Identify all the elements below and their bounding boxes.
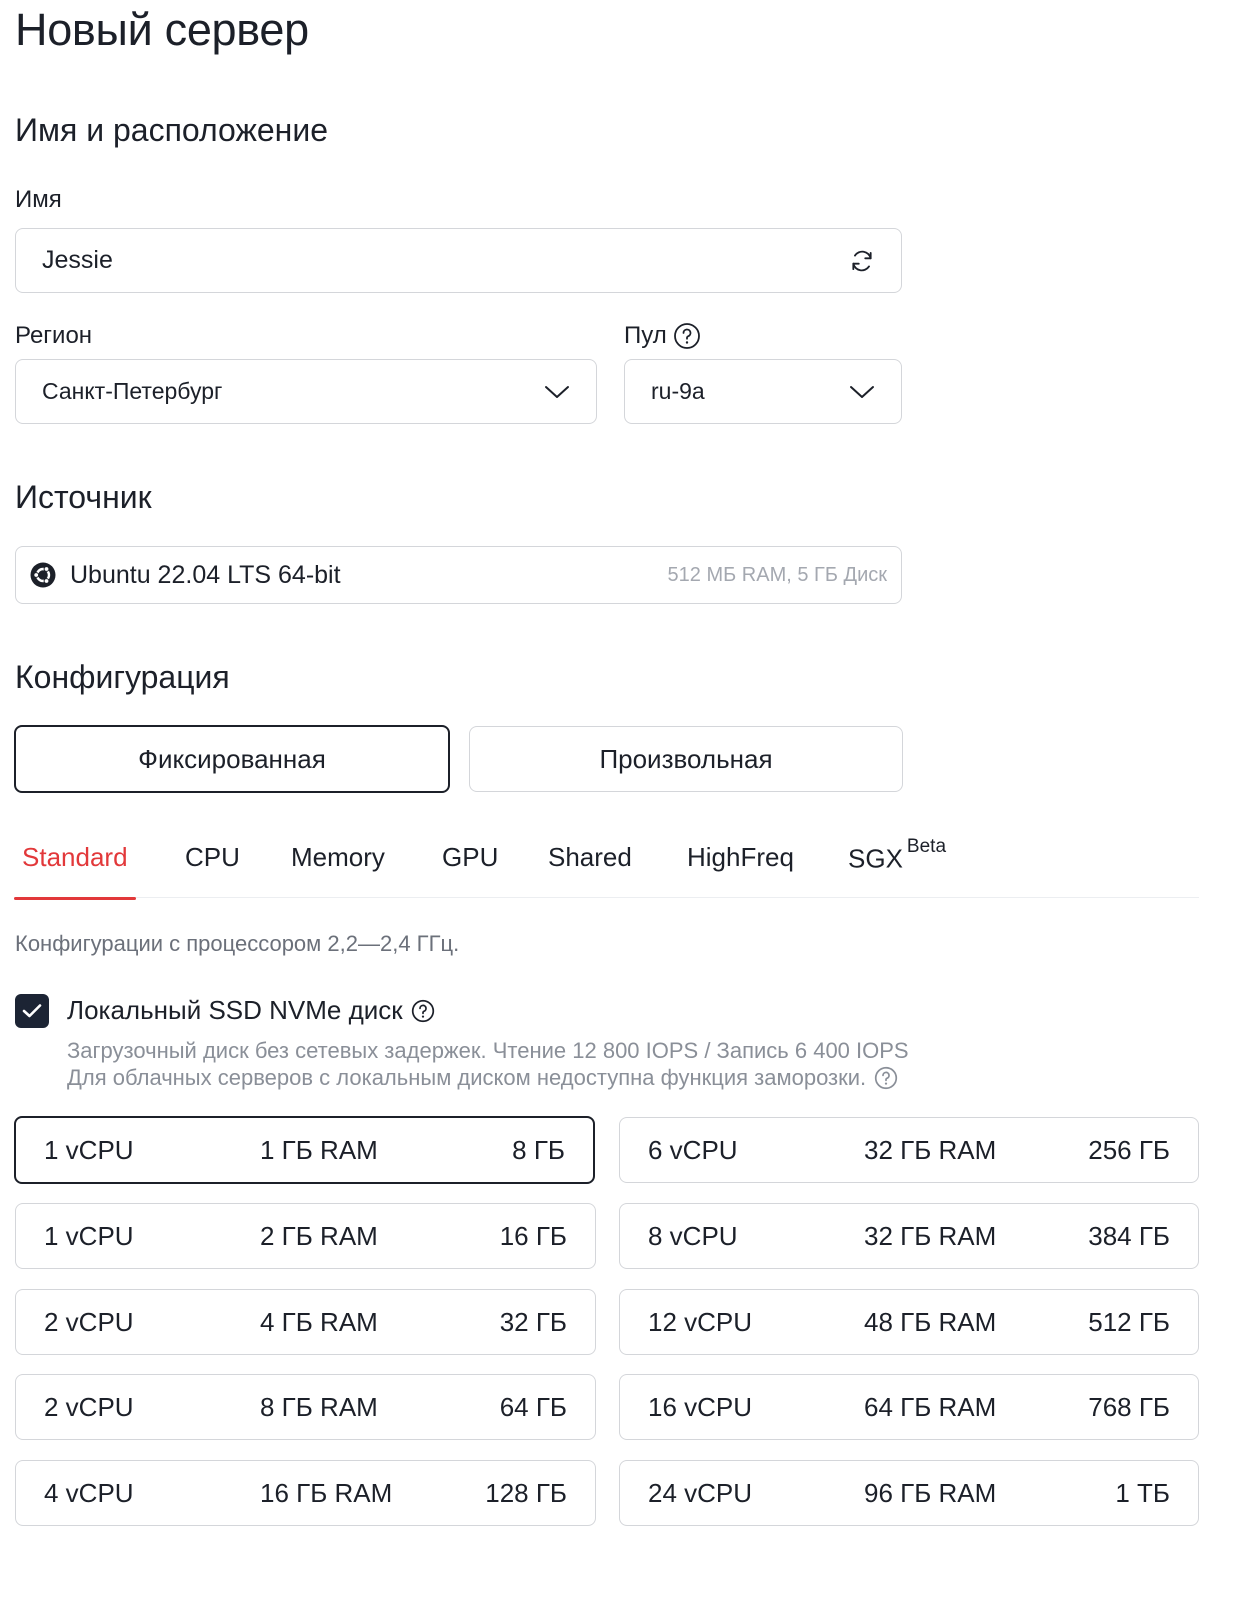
local-disk-checkbox[interactable] xyxy=(15,994,49,1028)
plan-cpu: 2 vCPU xyxy=(44,1306,134,1337)
plan-cpu: 2 vCPU xyxy=(44,1391,134,1422)
local-disk-label: Локальный SSD NVMe диск xyxy=(67,995,403,1025)
tab-label: HighFreq xyxy=(687,842,794,872)
plan-disk: 128 ГБ xyxy=(485,1477,567,1508)
source-requirements: 512 МБ RAM, 5 ГБ Диск xyxy=(667,563,887,586)
pool-select[interactable]: ru-9a xyxy=(624,359,902,424)
tab-memory[interactable]: Memory xyxy=(291,832,385,898)
plan-card[interactable]: 16 vCPU 64 ГБ RAM 768 ГБ xyxy=(619,1374,1199,1440)
plan-ram: 32 ГБ RAM xyxy=(864,1134,997,1165)
tab-shared[interactable]: Shared xyxy=(548,832,632,898)
name-field[interactable]: Jessie xyxy=(15,228,902,293)
plan-card[interactable]: 1 vCPU 2 ГБ RAM 16 ГБ xyxy=(15,1203,596,1269)
plan-cpu: 1 vCPU xyxy=(44,1134,134,1165)
tab-label: Shared xyxy=(548,842,632,872)
plan-card[interactable]: 24 vCPU 96 ГБ RAM 1 ТБ xyxy=(619,1460,1199,1526)
region-label: Регион xyxy=(15,322,93,349)
tab-label: CPU xyxy=(185,842,240,872)
beta-badge: Beta xyxy=(906,836,947,857)
plan-ram: 32 ГБ RAM xyxy=(864,1220,997,1251)
tab-label: Memory xyxy=(291,842,385,872)
name-value: Jessie xyxy=(42,246,113,274)
tab-highfreq[interactable]: HighFreq xyxy=(687,832,794,898)
refresh-icon[interactable] xyxy=(849,248,875,274)
region-value: Санкт-Петербург xyxy=(42,378,223,404)
plan-cpu: 24 vCPU xyxy=(648,1477,753,1508)
plan-card[interactable]: 8 vCPU 32 ГБ RAM 384 ГБ xyxy=(619,1203,1199,1269)
plan-ram: 1 ГБ RAM xyxy=(260,1134,378,1165)
plan-disk: 32 ГБ xyxy=(499,1306,567,1337)
tab-label: Standard xyxy=(22,842,128,872)
local-disk-note-freeze: Для облачных серверов с локальным диском… xyxy=(67,1065,867,1090)
plan-ram: 16 ГБ RAM xyxy=(260,1477,393,1508)
pool-value: ru-9a xyxy=(651,378,705,404)
source-os-name: Ubuntu 22.04 LTS 64-bit xyxy=(70,560,341,589)
plan-cpu: 4 vCPU xyxy=(44,1477,134,1508)
tab-cpu[interactable]: CPU xyxy=(185,832,240,898)
help-icon[interactable] xyxy=(411,999,435,1023)
plan-cpu: 12 vCPU xyxy=(648,1306,753,1337)
plan-card[interactable]: 6 vCPU 32 ГБ RAM 256 ГБ xyxy=(619,1117,1199,1183)
plan-ram: 8 ГБ RAM xyxy=(260,1391,378,1422)
plan-ram: 4 ГБ RAM xyxy=(260,1306,378,1337)
plan-cpu: 16 vCPU xyxy=(648,1391,753,1422)
plan-ram: 2 ГБ RAM xyxy=(260,1220,378,1251)
ubuntu-icon xyxy=(30,562,56,588)
pool-label: Пул xyxy=(624,322,667,349)
region-select[interactable]: Санкт-Петербург xyxy=(15,359,597,424)
plan-ram: 64 ГБ RAM xyxy=(864,1391,997,1422)
section-title-configuration: Конфигурация xyxy=(15,659,230,695)
plan-disk: 256 ГБ xyxy=(1088,1134,1170,1165)
plan-cpu: 8 vCPU xyxy=(648,1220,738,1251)
name-label: Имя xyxy=(15,186,62,213)
config-description: Конфигурации с процессором 2,2—2,4 ГГц. xyxy=(15,931,460,956)
help-icon[interactable] xyxy=(874,1066,898,1090)
tab-label: GPU xyxy=(442,842,499,872)
tab-standard[interactable]: Standard xyxy=(14,832,136,900)
tab-sgx[interactable]: SGX Beta xyxy=(848,832,946,898)
local-disk-note-performance: Загрузочный диск без сетевых задержек. Ч… xyxy=(67,1038,909,1063)
tab-gpu[interactable]: GPU xyxy=(442,832,498,898)
plan-disk: 16 ГБ xyxy=(499,1220,567,1251)
tab-label: SGX xyxy=(848,843,903,874)
help-icon[interactable] xyxy=(673,322,701,350)
source-field[interactable]: Ubuntu 22.04 LTS 64-bit 512 МБ RAM, 5 ГБ… xyxy=(15,546,902,604)
plan-card[interactable]: 1 vCPU 1 ГБ RAM 8 ГБ xyxy=(14,1116,595,1184)
section-title-source: Источник xyxy=(15,479,152,515)
config-tabs: Standard CPU Memory GPU Shared HighFreq … xyxy=(14,832,1199,900)
plan-card[interactable]: 2 vCPU 8 ГБ RAM 64 ГБ xyxy=(15,1374,596,1440)
plan-disk: 512 ГБ xyxy=(1088,1306,1170,1337)
plan-card[interactable]: 2 vCPU 4 ГБ RAM 32 ГБ xyxy=(15,1289,596,1355)
plan-card[interactable]: 4 vCPU 16 ГБ RAM 128 ГБ xyxy=(15,1460,596,1526)
plan-card[interactable]: 12 vCPU 48 ГБ RAM 512 ГБ xyxy=(619,1289,1199,1355)
plan-ram: 96 ГБ RAM xyxy=(864,1477,997,1508)
section-title-name-location: Имя и расположение xyxy=(15,112,329,148)
page-title: Новый сервер xyxy=(15,4,309,55)
mode-fixed-button[interactable]: Фиксированная xyxy=(14,725,450,793)
checkmark-icon xyxy=(22,1004,42,1018)
plan-cpu: 6 vCPU xyxy=(648,1134,738,1165)
plan-disk: 8 ГБ xyxy=(512,1134,565,1165)
chevron-down-icon xyxy=(849,384,875,400)
plan-disk: 64 ГБ xyxy=(499,1391,567,1422)
plan-disk: 384 ГБ xyxy=(1088,1220,1170,1251)
chevron-down-icon xyxy=(544,384,570,400)
plan-cpu: 1 vCPU xyxy=(44,1220,134,1251)
plan-disk: 768 ГБ xyxy=(1088,1391,1170,1422)
mode-custom-button[interactable]: Произвольная xyxy=(469,726,903,792)
plan-ram: 48 ГБ RAM xyxy=(864,1306,997,1337)
plan-disk: 1 ТБ xyxy=(1115,1477,1170,1508)
